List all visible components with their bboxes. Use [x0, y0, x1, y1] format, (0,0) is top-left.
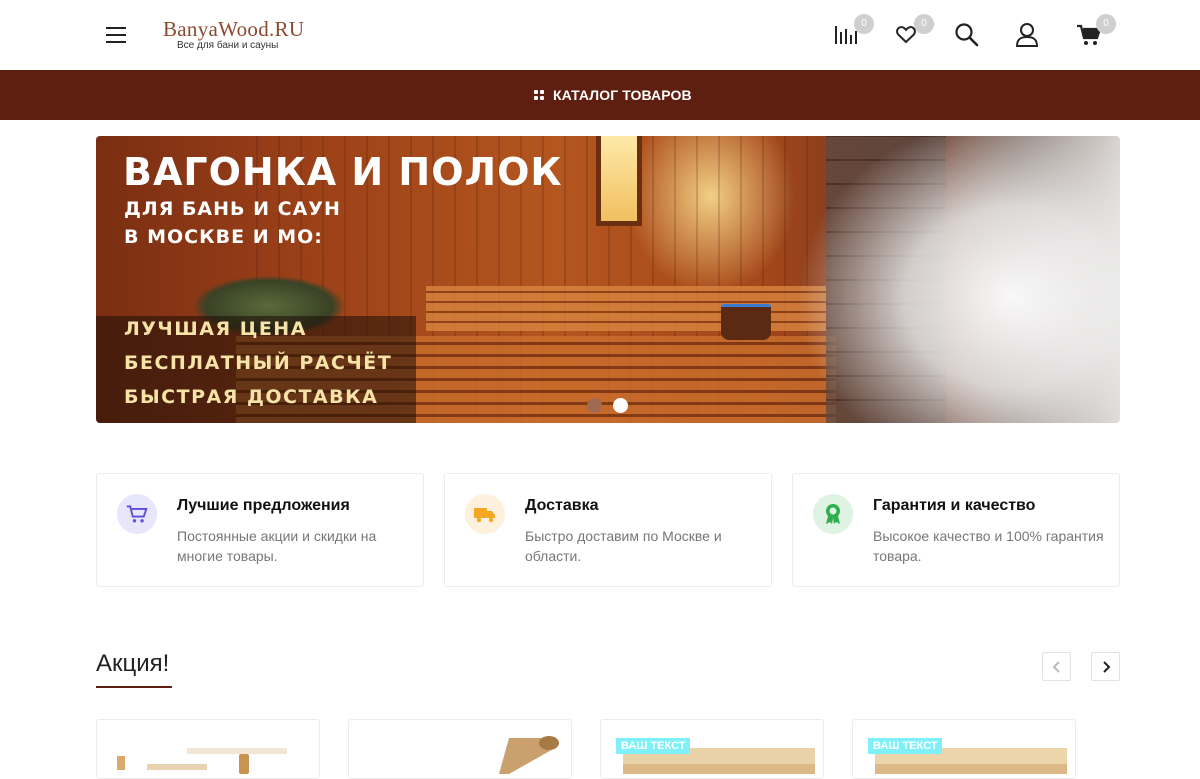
grid-icon	[534, 90, 544, 100]
product-card[interactable]	[96, 719, 320, 779]
feature-text: Постоянные акции и скидки на многие това…	[177, 528, 377, 564]
feature-title: Гарантия и качество	[873, 497, 1036, 514]
account-button[interactable]	[1015, 22, 1041, 48]
section-title-underline	[96, 686, 172, 688]
compare-count-badge: 0	[854, 14, 874, 34]
compare-button[interactable]: 0	[834, 14, 874, 48]
feature-title: Лучшие предложения	[177, 497, 350, 514]
cart-count-badge: 0	[1096, 14, 1116, 34]
product-image	[107, 734, 311, 774]
logo-tagline: Все для бани и сауны	[177, 40, 279, 51]
feature-guarantee: Гарантия и качество Высокое качество и 1…	[792, 473, 1120, 587]
award-icon	[813, 494, 853, 534]
feature-best-offers: Лучшие предложения Постоянные акции и ск…	[96, 473, 424, 587]
banner-title: ВАГОНКА И ПОЛОК	[123, 150, 563, 194]
banner-feature-3: БЫСТРАЯ ДОСТАВКА	[124, 386, 379, 408]
banner-bucket	[721, 304, 771, 340]
cart-icon	[117, 494, 157, 534]
hero-banner[interactable]: ВАГОНКА И ПОЛОК ДЛЯ БАНЬ И САУН В МОСКВЕ…	[96, 136, 1120, 423]
feature-title: Доставка	[525, 497, 599, 514]
banner-subtitle-line-1: ДЛЯ БАНЬ И САУН	[124, 198, 341, 220]
banner-feature-2: БЕСПЛАТНЫЙ РАСЧЁТ	[124, 352, 393, 374]
product-card[interactable]: ВАШ ТЕКСТ	[852, 719, 1076, 779]
catalog-button[interactable]: КАТАЛОГ ТОВАРОВ	[534, 70, 692, 120]
feature-text: Быстро доставим по Москве и области.	[525, 528, 722, 564]
product-tag: ВАШ ТЕКСТ	[616, 738, 691, 754]
favorites-count-badge: 0	[914, 14, 934, 34]
banner-window	[596, 136, 642, 226]
carousel-prev-button[interactable]	[1042, 652, 1071, 681]
section-title: Акция!	[96, 650, 170, 677]
feature-text: Высокое качество и 100% гарантия товара.	[873, 528, 1104, 564]
search-icon	[955, 23, 979, 47]
menu-icon[interactable]	[106, 27, 126, 43]
carousel-next-button[interactable]	[1091, 652, 1120, 681]
feature-delivery: Доставка Быстро доставим по Москве и обл…	[444, 473, 772, 587]
banner-steam	[796, 136, 1120, 423]
user-icon	[1015, 23, 1039, 47]
banner-feature-1: ЛУЧШАЯ ЦЕНА	[124, 318, 307, 340]
slider-dot-2[interactable]	[613, 398, 628, 413]
truck-icon	[465, 494, 505, 534]
search-button[interactable]	[954, 22, 980, 48]
slider-dot-1[interactable]	[587, 398, 602, 413]
site-logo[interactable]: BanyaWood.RU Все для бани и сауны	[163, 17, 305, 54]
logo-title: BanyaWood.RU	[163, 17, 305, 41]
product-card[interactable]: ВАШ ТЕКСТ	[600, 719, 824, 779]
chevron-right-icon	[1102, 660, 1110, 673]
banner-subtitle-line-2: В МОСКВЕ И МО:	[124, 226, 323, 248]
product-image	[359, 734, 563, 774]
cart-button[interactable]: 0	[1076, 14, 1116, 48]
site-header: BanyaWood.RU Все для бани и сауны 0 0 0	[0, 0, 1200, 70]
product-card[interactable]	[348, 719, 572, 779]
product-tag: ВАШ ТЕКСТ	[868, 738, 943, 754]
chevron-left-icon	[1052, 660, 1060, 673]
catalog-bar: КАТАЛОГ ТОВАРОВ	[0, 70, 1200, 120]
catalog-button-label: КАТАЛОГ ТОВАРОВ	[553, 87, 692, 103]
favorites-button[interactable]: 0	[894, 14, 934, 48]
